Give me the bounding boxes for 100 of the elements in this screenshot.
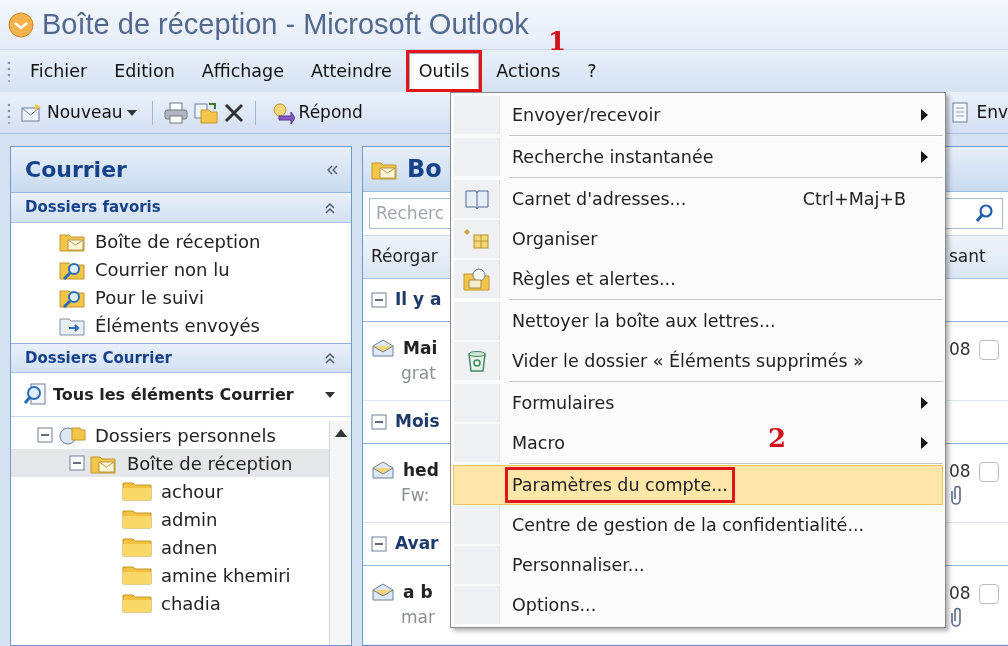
submenu-arrow-icon: [921, 109, 928, 121]
message-sender: a b: [403, 580, 433, 604]
favorite-folder[interactable]: Boîte de réception: [11, 227, 351, 255]
dropdown-caret-icon[interactable]: [325, 391, 335, 398]
delete-icon[interactable]: [222, 101, 245, 124]
menu-item[interactable]: Organiser: [453, 219, 943, 259]
submenu-arrow-icon: [921, 151, 928, 163]
paperclip-icon: [949, 484, 963, 505]
shortcut-text: Ctrl+Maj+B: [802, 187, 906, 211]
grip-icon: [6, 60, 12, 82]
folder-envelope-icon: [462, 267, 491, 291]
paperclip-icon: [949, 606, 963, 627]
folder-tree-item[interactable]: Boîte de réception: [11, 449, 329, 477]
arrange-by-label[interactable]: Réorgar: [371, 244, 438, 270]
envelope-icon: [371, 582, 395, 603]
folder-tree-item[interactable]: amine khemiri: [11, 561, 329, 589]
submenu-arrow-icon: [921, 397, 928, 409]
menu-item[interactable]: Fichier: [20, 52, 98, 90]
scroll-up-icon[interactable]: [334, 429, 347, 437]
message-date: 08: [949, 582, 971, 606]
message-sender: Mai: [403, 336, 438, 360]
favorite-folder[interactable]: Éléments envoyés: [11, 311, 351, 339]
message-sender: hed: [403, 458, 439, 482]
submenu-arrow-icon: [921, 437, 928, 449]
flag-checkbox[interactable]: [978, 462, 999, 483]
menu-item[interactable]: Formulaires: [453, 383, 943, 423]
menu-item[interactable]: Centre de gestion de la confidentialité...: [453, 505, 943, 545]
section-title: Dossiers Courrier: [25, 347, 172, 369]
message-date: 08: [949, 460, 971, 484]
pane-title: Courrier: [25, 156, 127, 184]
folder-tree-item[interactable]: achour: [11, 477, 329, 505]
menu-item[interactable]: Atteindre: [300, 52, 402, 90]
collapse-icon[interactable]: [371, 292, 387, 309]
menu-item[interactable]: Règles et alertes...: [453, 259, 943, 299]
app-logo-icon: [8, 11, 34, 38]
menu-item[interactable]: Recherche instantanée: [453, 137, 943, 177]
caret-icon: [126, 109, 137, 116]
annotation-number: 2: [768, 425, 787, 451]
folder-icon: [122, 537, 152, 557]
section-title: Dossiers favoris: [25, 197, 161, 219]
search-icon: [23, 381, 49, 408]
scrollbar[interactable]: [329, 421, 351, 645]
menu-item[interactable]: Edition: [104, 52, 185, 90]
envelope-icon: [21, 102, 43, 123]
book-icon: [463, 188, 490, 210]
collapse-icon[interactable]: [371, 414, 387, 431]
collapse-icon[interactable]: [371, 536, 387, 553]
menu-item[interactable]: Personnaliser...: [453, 545, 943, 585]
folder-tree-item[interactable]: Dossiers personnels: [11, 421, 329, 449]
reply-icon: [270, 101, 295, 124]
annotation-frame: Paramètres du compte...: [508, 469, 732, 501]
pane-title: Bo: [407, 154, 442, 186]
collapse-icon[interactable]: [323, 351, 337, 365]
group-header: Il y a: [395, 288, 442, 312]
collapse-icon[interactable]: [323, 200, 337, 215]
folders-icon: [58, 424, 86, 446]
menu-item[interactable]: Carnet d'adresses... Ctrl+Maj+B: [453, 179, 943, 219]
folder-icon: [122, 565, 152, 585]
collapse-icon[interactable]: [325, 163, 339, 176]
printer-icon[interactable]: [162, 100, 189, 125]
group-header: Avar: [395, 532, 439, 556]
favorite-folder[interactable]: Courrier non lu: [11, 255, 351, 283]
menu-item[interactable]: Actions: [486, 52, 571, 90]
folder-tree-item[interactable]: admin: [11, 505, 329, 533]
folder-tree-item[interactable]: adnen: [11, 533, 329, 561]
flag-checkbox[interactable]: [978, 584, 999, 605]
message-date: 08: [949, 338, 971, 362]
menu-item[interactable]: Vider le dossier « Éléments supprimés »: [453, 341, 943, 381]
message-preview: grat: [400, 362, 437, 386]
envelope-icon: [371, 338, 395, 359]
reply-button[interactable]: Répond: [265, 96, 368, 129]
menu-item[interactable]: Options...: [453, 585, 943, 625]
view-label: Tous les éléments Courrier: [53, 383, 294, 406]
folder-icon: [122, 593, 152, 613]
message-preview: Fw:: [400, 484, 431, 508]
menu-item[interactable]: Affichage: [191, 52, 294, 90]
menu-item[interactable]: Envoyer/recevoir: [453, 95, 943, 135]
collapse-icon[interactable]: [69, 455, 85, 471]
message-preview: mar: [400, 606, 436, 630]
send-receive-button[interactable]: Env: [945, 96, 1008, 129]
folder-icon: [122, 481, 152, 501]
collapse-icon[interactable]: [37, 427, 53, 443]
group-header: Mois: [395, 410, 440, 434]
grip-icon: [6, 101, 12, 124]
menu-item[interactable]: ?: [577, 52, 607, 90]
menu-item[interactable]: Paramètres du compte...: [453, 465, 943, 505]
envelope-icon: [371, 460, 395, 481]
new-button[interactable]: Nouveau: [16, 96, 142, 129]
menu-item[interactable]: Nettoyer la boîte aux lettres...: [453, 301, 943, 341]
favorite-folder[interactable]: Pour le suivi: [11, 283, 351, 311]
flag-checkbox[interactable]: [978, 340, 999, 361]
annotation-number: 1: [548, 28, 567, 54]
window-title: Boîte de réception - Microsoft Outlook: [42, 6, 529, 42]
sort-order-label[interactable]: sant: [949, 244, 986, 270]
menu-item[interactable]: Outils: [408, 52, 480, 90]
folder-icon: [122, 509, 152, 529]
search-icon[interactable]: [975, 203, 995, 224]
folder-tree-item[interactable]: chadia: [11, 589, 329, 617]
organize-icon: [463, 227, 490, 251]
trash-icon: [465, 349, 488, 373]
